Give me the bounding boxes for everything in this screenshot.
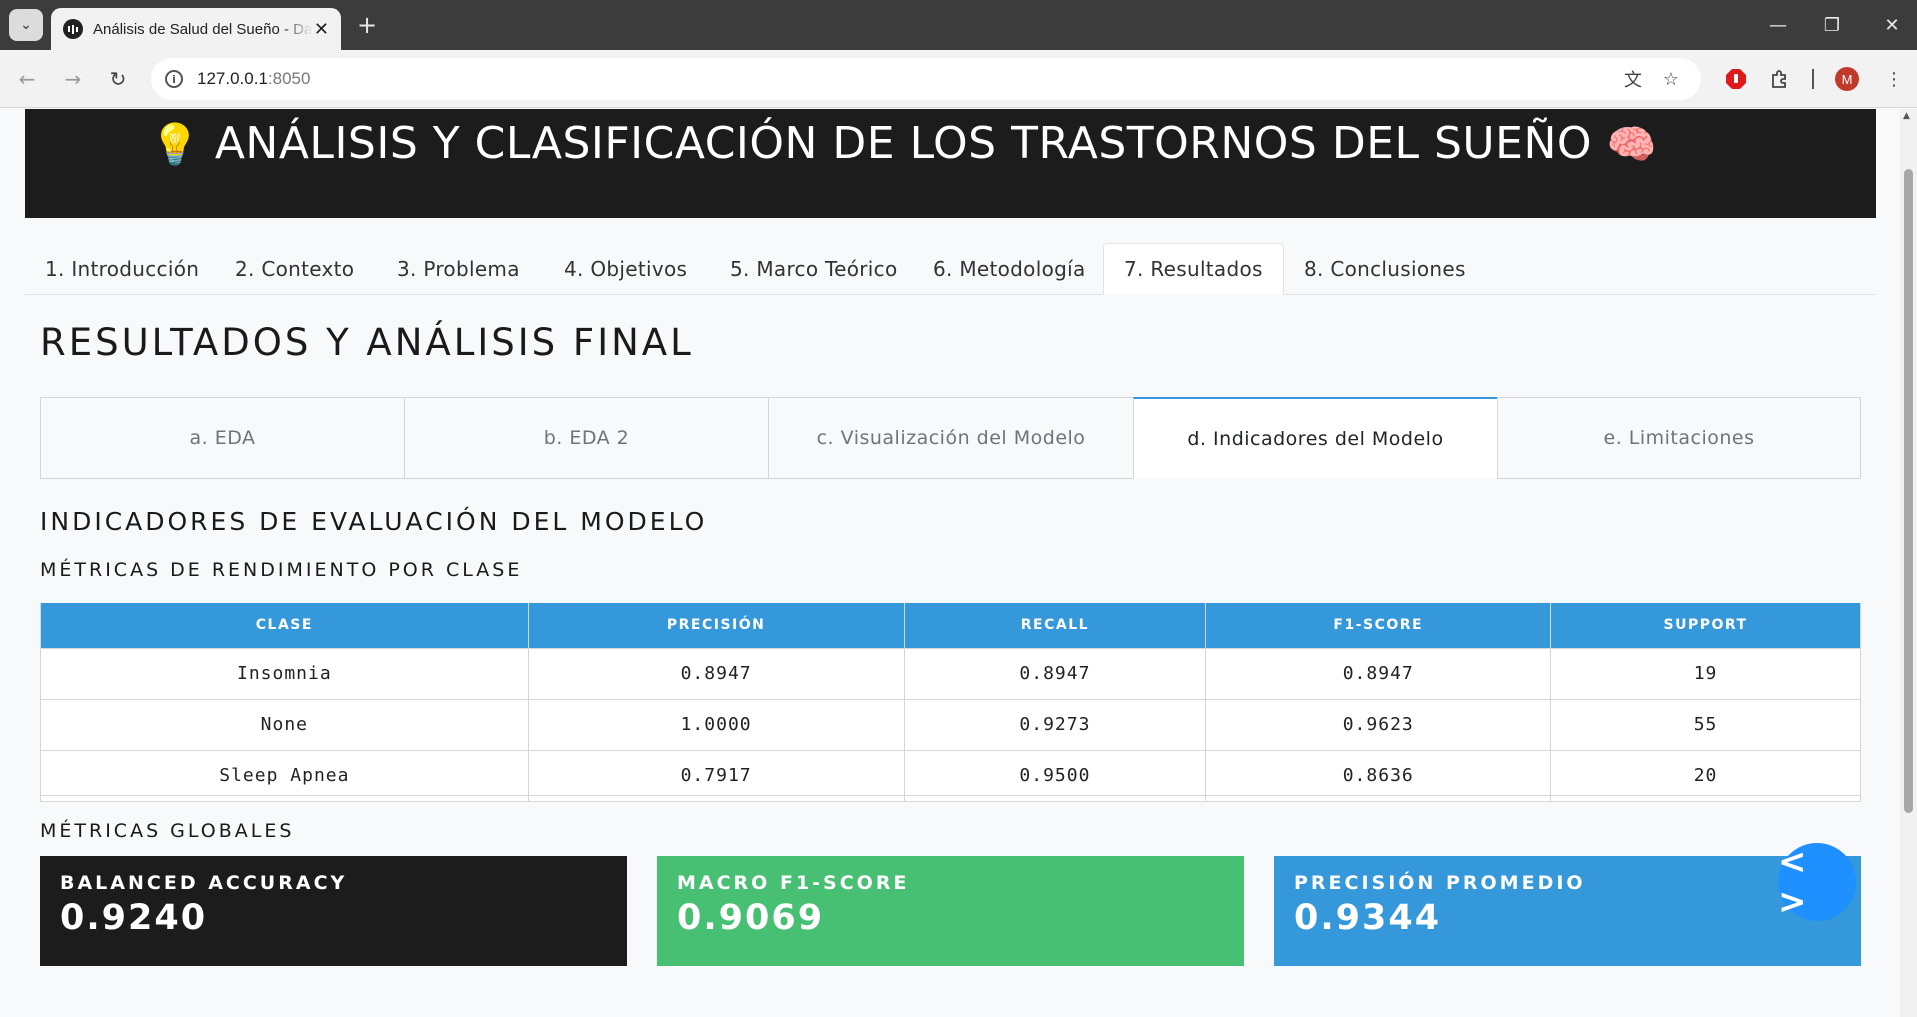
table-cell: 0.8947	[527, 647, 905, 700]
class-metrics-table: CLASE PRECISIÓN RECALL F1-SCORE SUPPORT …	[40, 603, 1861, 802]
back-arrow-icon[interactable]: ←	[12, 64, 42, 94]
page-title: RESULTADOS Y ANÁLISIS FINAL	[40, 321, 694, 364]
site-info-icon[interactable]: i	[165, 70, 183, 88]
table-cell: None	[40, 698, 529, 751]
browser-tab-active[interactable]: Análisis de Salud del Sueño - Dash ✕	[51, 8, 341, 50]
card-label: MACRO F1-SCORE	[677, 872, 910, 894]
table-cell: 55	[1550, 698, 1861, 751]
tab-introduccion[interactable]: 1. Introducción	[25, 243, 219, 295]
app-title: 💡 ANÁLISIS Y CLASIFICACIÓN DE LOS TRASTO…	[150, 118, 1657, 169]
tab-objetivos[interactable]: 4. Objetivos	[544, 243, 707, 295]
column-header: SUPPORT	[1550, 603, 1861, 649]
tab-contexto[interactable]: 2. Contexto	[215, 243, 374, 295]
app-header: 💡 ANÁLISIS Y CLASIFICACIÓN DE LOS TRASTO…	[25, 109, 1876, 218]
column-header: F1-SCORE	[1205, 603, 1552, 649]
column-header: RECALL	[903, 603, 1207, 649]
table-row: Sleep Apnea 0.7917 0.9500 0.8636 20	[40, 749, 1861, 802]
forward-arrow-icon[interactable]: →	[58, 64, 88, 94]
column-header: CLASE	[40, 603, 529, 649]
card-label: PRECISIÓN PROMEDIO	[1294, 872, 1586, 894]
browser-tabstrip: ⌄ Análisis de Salud del Sueño - Dash ✕ +…	[0, 0, 1917, 50]
column-header: PRECISIÓN	[527, 603, 905, 649]
card-value: 0.9240	[60, 898, 208, 938]
table-cell: 0.7917	[527, 749, 905, 802]
tab-conclusiones[interactable]: 8. Conclusiones	[1284, 243, 1486, 295]
card-value: 0.9069	[677, 898, 825, 938]
browser-menu-icon[interactable]: ⋮	[1880, 65, 1908, 93]
table-cell: Insomnia	[40, 647, 529, 700]
translate-icon[interactable]: 文	[1621, 68, 1645, 91]
card-balanced-accuracy: BALANCED ACCURACY 0.9240	[40, 856, 627, 966]
table-cell: 0.8947	[1205, 647, 1552, 700]
restore-window-icon[interactable]: ❐	[1812, 10, 1852, 40]
table-cell: 1.0000	[527, 698, 905, 751]
new-tab-button[interactable]: +	[352, 10, 382, 40]
lightbulb-icon: 💡	[150, 122, 201, 168]
address-bar[interactable]: i 127.0.0.1:8050 文 ☆	[151, 58, 1701, 100]
global-metrics-heading: MÉTRICAS GLOBALES	[40, 820, 295, 842]
tab-marco-teorico[interactable]: 5. Marco Teórico	[710, 243, 918, 295]
table-row: Insomnia 0.8947 0.8947 0.8947 19	[40, 647, 1861, 700]
table-cell: 0.8636	[1205, 749, 1552, 802]
sub-tabs: a. EDA b. EDA 2 c. Visualización del Mod…	[40, 397, 1861, 479]
brain-icon: 🧠	[1606, 122, 1657, 168]
url-text: 127.0.0.1:8050	[197, 69, 311, 88]
table-cell: 0.9623	[1205, 698, 1552, 751]
class-metrics-heading: MÉTRICAS DE RENDIMIENTO POR CLASE	[40, 559, 523, 581]
tab-metodologia[interactable]: 6. Metodología	[913, 243, 1106, 295]
close-window-icon[interactable]: ✕	[1872, 10, 1912, 40]
card-value: 0.9344	[1294, 898, 1442, 938]
profile-avatar[interactable]: M	[1835, 67, 1859, 91]
table-header-row: CLASE PRECISIÓN RECALL F1-SCORE SUPPORT	[40, 603, 1861, 649]
table-cell: 19	[1550, 647, 1861, 700]
card-precision-promedio: PRECISIÓN PROMEDIO 0.9344	[1274, 856, 1861, 966]
indicators-heading: INDICADORES DE EVALUACIÓN DEL MODELO	[40, 507, 708, 536]
browser-toolbar: ← → ↻ i 127.0.0.1:8050 文 ☆ M ⋮	[0, 50, 1917, 108]
card-label: BALANCED ACCURACY	[60, 872, 348, 894]
code-toggle-button[interactable]: < >	[1778, 842, 1856, 922]
close-tab-icon[interactable]: ✕	[314, 19, 329, 40]
browser-tab-title: Análisis de Salud del Sueño - Dash	[93, 20, 313, 38]
table-row: None 1.0000 0.9273 0.9623 55	[40, 698, 1861, 751]
section-divider	[40, 795, 1861, 796]
subtab-eda[interactable]: a. EDA	[40, 397, 405, 479]
scroll-up-arrow-icon[interactable]: ▲	[1903, 111, 1910, 121]
tab-resultados[interactable]: 7. Resultados	[1103, 243, 1284, 295]
bookmark-star-icon[interactable]: ☆	[1659, 68, 1683, 90]
table-cell: Sleep Apnea	[40, 749, 529, 802]
dash-favicon-icon	[63, 19, 83, 39]
card-macro-f1-score: MACRO F1-SCORE 0.9069	[657, 856, 1244, 966]
toolbar-separator	[1812, 69, 1814, 89]
subtab-limitaciones[interactable]: e. Limitaciones	[1497, 397, 1861, 479]
page-scrollbar[interactable]: ▲	[1900, 109, 1917, 1017]
tab-problema[interactable]: 3. Problema	[377, 243, 540, 295]
table-cell: 0.9273	[903, 698, 1207, 751]
scrollbar-thumb[interactable]	[1904, 169, 1913, 813]
reload-icon[interactable]: ↻	[103, 64, 133, 94]
table-cell: 0.8947	[903, 647, 1207, 700]
main-tabs: 1. Introducción 2. Contexto 3. Problema …	[25, 243, 1876, 295]
extensions-puzzle-icon[interactable]	[1766, 65, 1794, 93]
minimize-window-icon[interactable]: —	[1758, 10, 1798, 40]
table-cell: 20	[1550, 749, 1861, 802]
adblock-extension-icon[interactable]	[1722, 65, 1750, 93]
app-title-text: ANÁLISIS Y CLASIFICACIÓN DE LOS TRASTORN…	[214, 118, 1592, 169]
table-cell: 0.9500	[903, 749, 1207, 802]
page-viewport: 💡 ANÁLISIS Y CLASIFICACIÓN DE LOS TRASTO…	[0, 109, 1917, 1017]
tab-search-chevron-icon[interactable]: ⌄	[9, 9, 43, 41]
subtab-eda-2[interactable]: b. EDA 2	[404, 397, 769, 479]
subtab-visualizacion-modelo[interactable]: c. Visualización del Modelo	[768, 397, 1134, 479]
subtab-indicadores-modelo[interactable]: d. Indicadores del Modelo	[1133, 397, 1498, 479]
